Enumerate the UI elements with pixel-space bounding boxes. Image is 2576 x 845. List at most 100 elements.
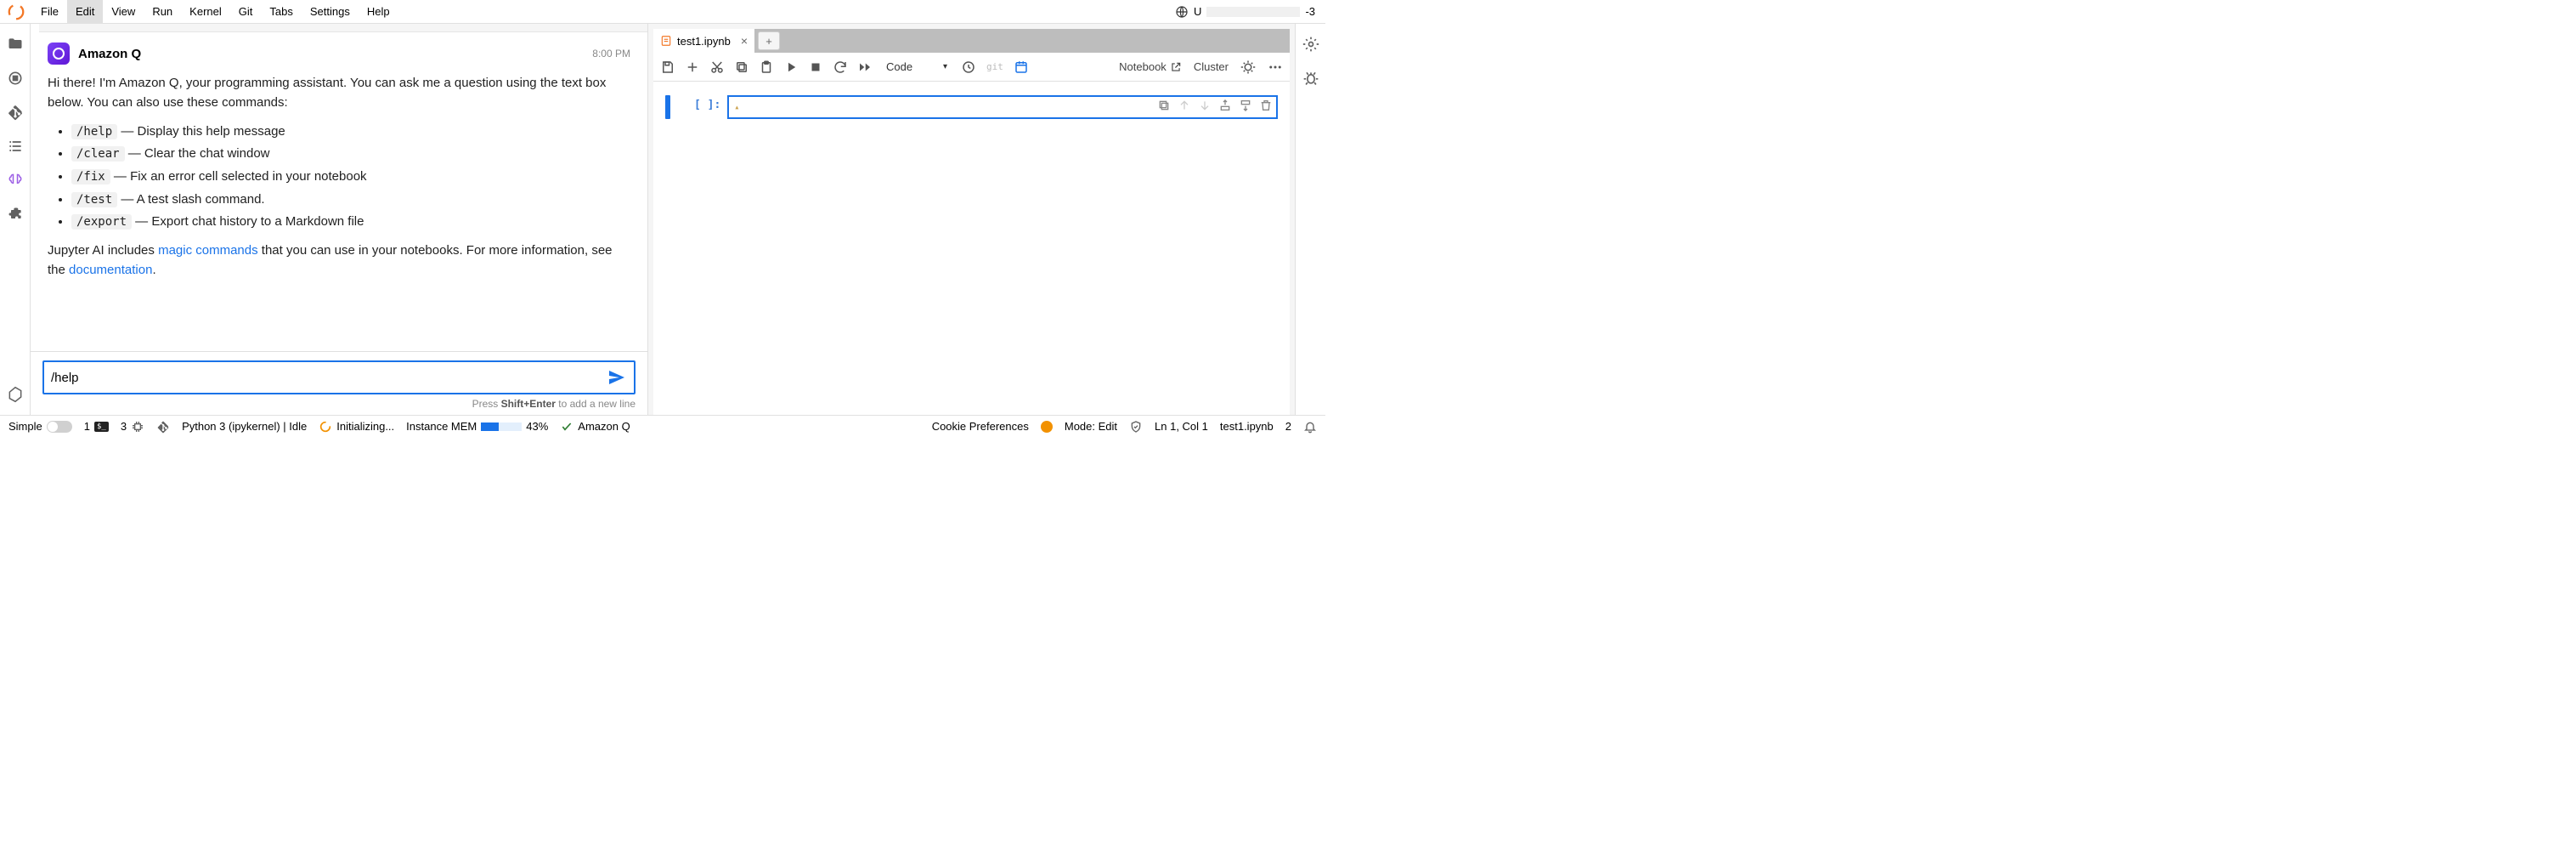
send-button[interactable] xyxy=(607,367,627,388)
duplicate-icon[interactable] xyxy=(1157,99,1171,112)
folder-icon[interactable] xyxy=(7,36,24,53)
save-icon[interactable] xyxy=(660,60,675,75)
run-icon[interactable] xyxy=(783,60,799,75)
command-desc: Clear the chat window xyxy=(144,146,270,161)
running-icon[interactable] xyxy=(7,70,24,87)
hint-text: to add a new line xyxy=(556,398,636,410)
toggle-switch[interactable] xyxy=(47,421,72,433)
cell-type-label: Code xyxy=(886,60,912,73)
right-sidebar xyxy=(1295,24,1325,415)
chat-body: Hi there! I'm Amazon Q, your programming… xyxy=(48,73,630,280)
status-count-1[interactable]: 1 $_ xyxy=(84,420,109,433)
kernel-status[interactable]: Python 3 (ipykernel) | Idle xyxy=(182,420,307,433)
notebook-tab[interactable]: test1.ipynb × xyxy=(653,29,754,53)
fast-forward-icon[interactable] xyxy=(857,60,873,75)
left-sidebar xyxy=(0,24,31,415)
filename-status[interactable]: test1.ipynb xyxy=(1220,420,1274,433)
list-item: /export — Export chat history to a Markd… xyxy=(71,212,630,232)
hex-icon[interactable] xyxy=(7,386,24,403)
notebook-file-icon xyxy=(660,35,672,47)
insert-cell-icon[interactable] xyxy=(685,60,700,75)
cell-type-select[interactable]: Code ▾ xyxy=(883,59,951,75)
notebook-body: [ ]: ▴ xyxy=(653,82,1290,415)
puzzle-icon[interactable] xyxy=(7,206,24,223)
check-icon xyxy=(560,420,573,434)
menu-view[interactable]: View xyxy=(103,0,144,24)
toc-icon[interactable] xyxy=(7,138,24,155)
cookie-preferences[interactable]: Cookie Preferences xyxy=(932,420,1029,433)
close-icon[interactable]: × xyxy=(741,34,748,48)
count-value: 3 xyxy=(121,420,127,433)
menu-git[interactable]: Git xyxy=(230,0,262,24)
mem-label: Instance MEM xyxy=(406,420,477,433)
cell-input[interactable]: ▴ xyxy=(727,95,1278,119)
stop-icon[interactable] xyxy=(808,60,823,75)
notebook-link[interactable]: Notebook xyxy=(1119,60,1182,73)
memory-status[interactable]: Instance MEM 43% xyxy=(406,420,548,433)
amazon-q-label: Amazon Q xyxy=(578,420,630,433)
chat-panel: Amazon Q 8:00 PM Hi there! I'm Amazon Q,… xyxy=(31,24,648,415)
menu-file[interactable]: File xyxy=(32,0,67,24)
clock-icon[interactable] xyxy=(961,60,976,75)
external-icon xyxy=(1170,61,1182,73)
menu-settings[interactable]: Settings xyxy=(302,0,359,24)
chat-footer-text: . xyxy=(152,263,155,277)
cut-icon[interactable] xyxy=(709,60,725,75)
move-down-icon[interactable] xyxy=(1198,99,1212,112)
git-link[interactable]: git xyxy=(986,60,1003,75)
chat-input[interactable] xyxy=(51,371,607,385)
amazon-q-status[interactable]: Amazon Q xyxy=(560,420,630,434)
user-label-suffix: -3 xyxy=(1305,5,1315,18)
amazon-q-icon xyxy=(48,43,70,65)
menu-run[interactable]: Run xyxy=(144,0,181,24)
menu-kernel[interactable]: Kernel xyxy=(181,0,230,24)
globe-icon[interactable] xyxy=(1175,5,1189,19)
tab-label: test1.ipynb xyxy=(677,35,731,48)
chat-timestamp: 8:00 PM xyxy=(592,48,630,60)
notebook-panel: test1.ipynb × + xyxy=(648,24,1295,415)
restart-icon[interactable] xyxy=(833,60,848,75)
paste-icon[interactable] xyxy=(759,60,774,75)
bug-icon[interactable] xyxy=(1240,60,1256,75)
cluster-link[interactable]: Cluster xyxy=(1194,60,1229,73)
debug-icon[interactable] xyxy=(1302,70,1319,87)
menu-help[interactable]: Help xyxy=(359,0,398,24)
shield-icon[interactable] xyxy=(1129,420,1143,434)
list-item: /fix — Fix an error cell selected in you… xyxy=(71,167,630,187)
more-icon[interactable] xyxy=(1268,60,1283,75)
new-tab-button[interactable]: + xyxy=(758,31,780,50)
insert-above-icon[interactable] xyxy=(1218,99,1232,112)
command-code: /clear xyxy=(71,146,125,162)
cursor-position[interactable]: Ln 1, Col 1 xyxy=(1155,420,1208,433)
menu-tabs[interactable]: Tabs xyxy=(261,0,301,24)
cell-active-indicator xyxy=(665,95,670,119)
mode-status[interactable]: Mode: Edit xyxy=(1065,420,1117,433)
chat-footer: Jupyter AI includes magic commands that … xyxy=(48,241,630,281)
orange-status-icon[interactable] xyxy=(1041,421,1053,433)
calendar-icon[interactable] xyxy=(1014,60,1029,75)
code-cell[interactable]: [ ]: ▴ xyxy=(665,95,1278,119)
insert-below-icon[interactable] xyxy=(1239,99,1252,112)
command-desc: Fix an error cell selected in your noteb… xyxy=(130,169,366,184)
menu-items: File Edit View Run Kernel Git Tabs Setti… xyxy=(32,0,398,24)
menu-edit[interactable]: Edit xyxy=(67,0,103,24)
bell-icon[interactable] xyxy=(1303,420,1317,434)
cell-toolbar xyxy=(1157,99,1273,112)
right-count[interactable]: 2 xyxy=(1285,420,1291,433)
magic-commands-link[interactable]: magic commands xyxy=(158,243,258,258)
move-up-icon[interactable] xyxy=(1178,99,1191,112)
initializing-status: Initializing... xyxy=(319,420,394,434)
status-count-2[interactable]: 3 xyxy=(121,420,144,434)
documentation-link[interactable]: documentation xyxy=(69,263,152,277)
gear-icon[interactable] xyxy=(1302,36,1319,53)
simple-toggle[interactable]: Simple xyxy=(8,420,72,433)
git-icon[interactable] xyxy=(7,104,24,121)
list-item: /help — Display this help message xyxy=(71,122,630,142)
git-status-icon[interactable] xyxy=(156,420,170,434)
command-code: /test xyxy=(71,192,117,207)
notebook-toolbar: Code ▾ git Notebook Cluster xyxy=(653,53,1290,82)
brain-icon[interactable] xyxy=(7,172,24,189)
notebook-link-label: Notebook xyxy=(1119,60,1167,73)
trash-icon[interactable] xyxy=(1259,99,1273,112)
copy-icon[interactable] xyxy=(734,60,749,75)
